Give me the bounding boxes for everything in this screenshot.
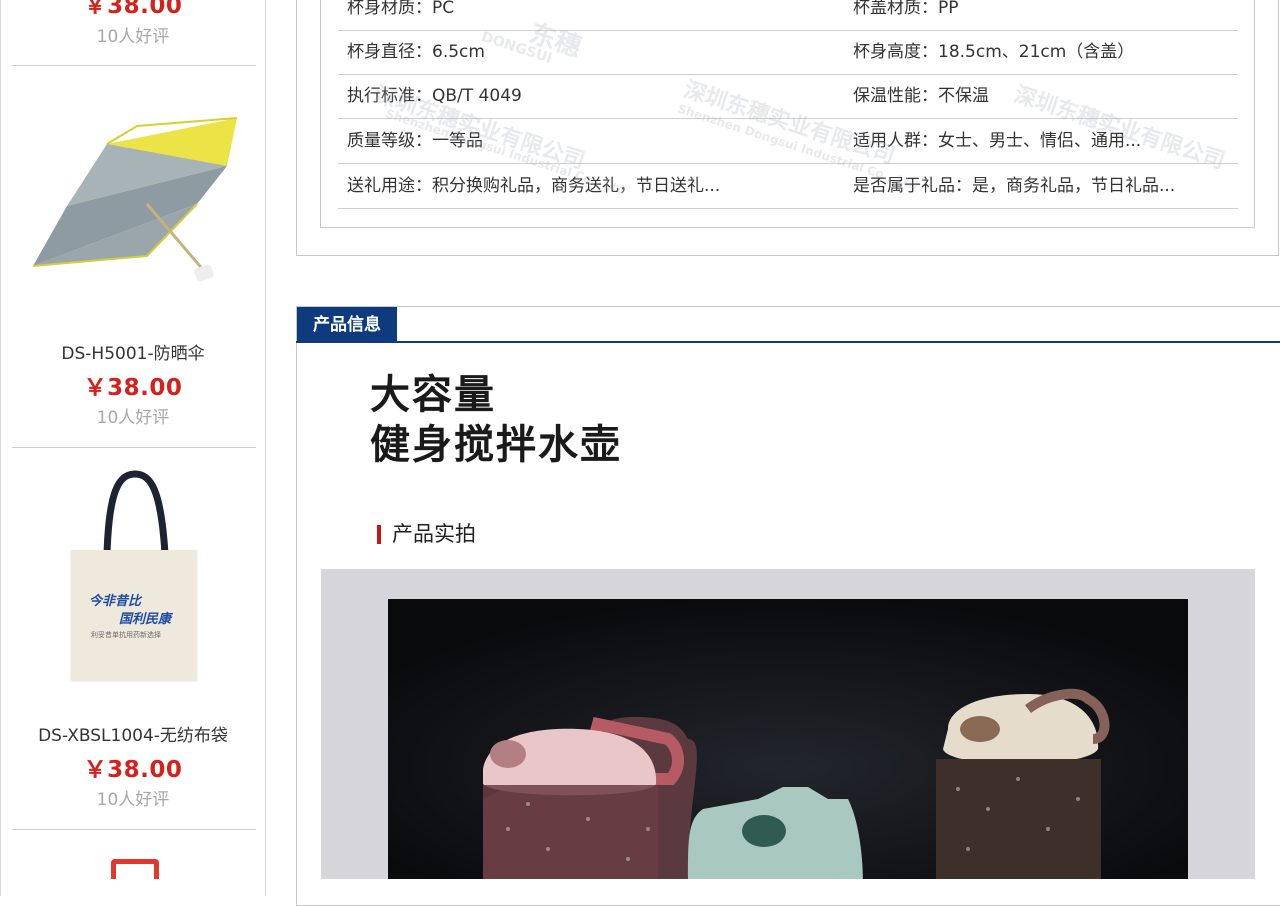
product-reviews: 10人好评	[96, 790, 170, 810]
bag-handles-icon	[103, 470, 169, 555]
next-product-image[interactable]	[111, 859, 159, 879]
sidebar-price-line: ￥38.00	[1, 368, 265, 402]
product-price: ￥38.00	[83, 375, 183, 401]
tote-bag-product-image[interactable]: 今非昔比 国利民康 利妥昔单抗用药新选择	[69, 470, 199, 685]
spec-cup-material: 杯身材质：PC	[347, 0, 455, 18]
spec-standard: 执行标准：QB/T 4049	[347, 86, 522, 106]
accent-bar	[377, 525, 381, 544]
spec-is-gift: 是否属于礼品：是，商务礼品，节日礼品...	[853, 176, 1176, 196]
umbrella-product-image[interactable]	[27, 106, 242, 286]
spec-diameter: 杯身直径：6.5cm	[347, 42, 485, 62]
product-price: ￥38.00	[83, 757, 183, 783]
bag-body: 今非昔比 国利民康 利妥昔单抗用药新选择	[71, 550, 197, 680]
spec-gift-use: 送礼用途：积分换购礼品，商务送礼，节日送礼...	[347, 176, 721, 196]
product-reviews: 10人好评	[96, 408, 170, 428]
spec-height: 杯身高度：18.5cm、21cm（含盖）	[853, 42, 1135, 62]
bag-slogan-1: 今非昔比	[89, 594, 142, 609]
headline-product: 健身搅拌水壶	[370, 422, 622, 468]
spec-audience: 适用人群：女士、男士、情侣、通用...	[853, 131, 1142, 151]
product-name[interactable]: DS-XBSL1004-无纺布袋	[1, 721, 265, 746]
spec-row: 送礼用途：积分换购礼品，商务送礼，节日送礼... 是否属于礼品：是，商务礼品，节…	[338, 164, 1238, 209]
spec-row: 杯身直径：6.5cm 杯身高度：18.5cm、21cm（含盖）	[338, 30, 1238, 75]
spec-grade: 质量等级：一等品	[347, 131, 483, 151]
section-title: 产品实拍	[392, 522, 476, 546]
product-reviews: 10人好评	[96, 27, 170, 47]
sidebar-review-line: 10人好评	[1, 403, 265, 428]
product-photo[interactable]	[388, 599, 1188, 879]
spec-row: 执行标准：QB/T 4049 保温性能：不保温	[338, 74, 1238, 119]
spec-lid-material: 杯盖材质：PP	[853, 0, 959, 18]
sidebar-product-card[interactable]: ￥38.00	[1, 0, 265, 20]
bag-slogan-2: 国利民康	[119, 612, 172, 627]
sidebar-product-card[interactable]: DS-H5001-防晒伞	[1, 339, 265, 364]
related-products-sidebar: ￥38.00 10人好评 DS-H5001-防晒伞 ￥38.00 10人好评 今…	[0, 0, 266, 896]
spec-row: 杯身材质：PC 杯盖材质：PP	[338, 0, 1238, 31]
sidebar-price-line: ￥38.00	[1, 750, 265, 784]
product-name[interactable]: DS-H5001-防晒伞	[1, 339, 265, 364]
sidebar-review-line: 10人好评	[1, 785, 265, 810]
tab-underline	[296, 341, 1280, 343]
bag-tagline: 利妥昔单抗用药新选择	[91, 631, 161, 639]
divider	[12, 447, 256, 448]
divider	[12, 65, 256, 66]
spec-insulation: 保温性能：不保温	[853, 86, 989, 106]
water-bottles-image	[388, 599, 1188, 879]
sidebar-review-line: 10人好评	[1, 22, 265, 47]
spec-row: 质量等级：一等品 适用人群：女士、男士、情侣、通用...	[338, 119, 1238, 164]
product-price: ￥38.00	[83, 0, 183, 19]
divider	[12, 829, 256, 830]
sidebar-product-card[interactable]: DS-XBSL1004-无纺布袋	[1, 721, 265, 746]
tab-product-info[interactable]: 产品信息	[297, 307, 397, 343]
